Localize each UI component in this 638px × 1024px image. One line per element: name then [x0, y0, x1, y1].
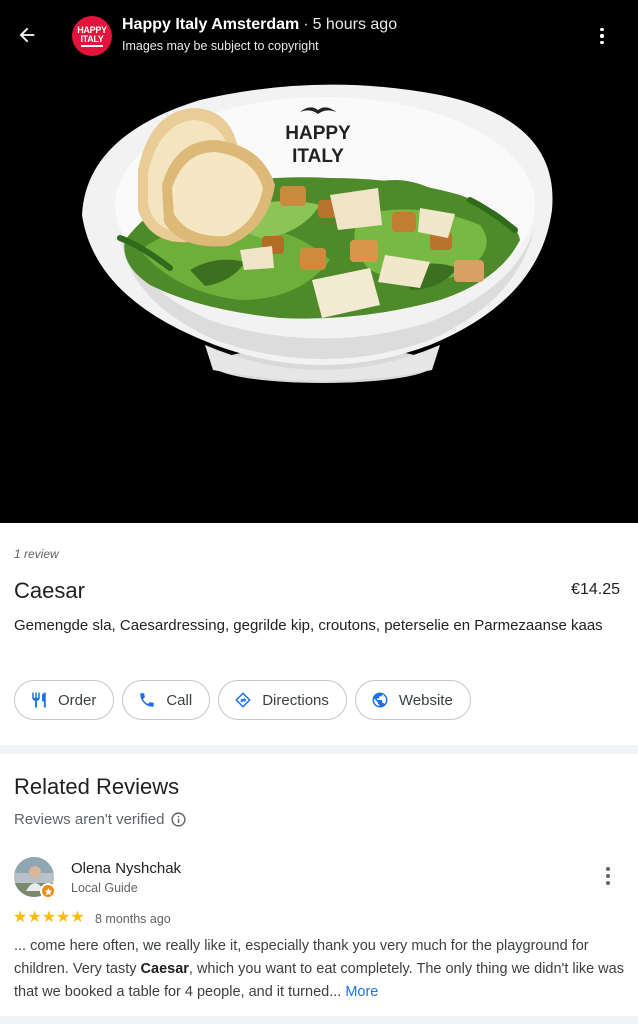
- review-text: ... come here often, we really like it, …: [14, 935, 624, 1004]
- review-more-link[interactable]: More: [345, 984, 378, 1000]
- review-count[interactable]: 1 review: [14, 547, 59, 561]
- posted-time: 5 hours ago: [312, 16, 398, 33]
- more-options-button[interactable]: [590, 24, 614, 48]
- action-chips: Order Call Directions Website: [14, 680, 471, 720]
- star-rating: ★★★★★: [13, 909, 85, 925]
- order-button[interactable]: Order: [14, 680, 115, 720]
- reviewer-name[interactable]: Olena Nyshchak: [71, 860, 181, 877]
- bowl-brand-line2: ITALY: [292, 146, 344, 167]
- info-icon[interactable]: [170, 811, 187, 828]
- directions-icon: [235, 692, 251, 708]
- business-name[interactable]: Happy Italy Amsterdam: [122, 16, 299, 33]
- title-separator: ·: [303, 16, 309, 33]
- dish-price: €14.25: [571, 581, 620, 598]
- dish-name: Caesar: [14, 578, 85, 603]
- globe-icon: [372, 692, 388, 708]
- logo-stripe: [81, 44, 103, 47]
- review-more-options-button[interactable]: [596, 865, 620, 887]
- viewer-title: Happy Italy Amsterdam · 5 hours ago: [122, 16, 397, 34]
- reviewer-role: Local Guide: [71, 881, 138, 895]
- related-reviews-title: Related Reviews: [14, 774, 180, 799]
- local-guide-badge-icon: [40, 883, 56, 899]
- dish-description: Gemengde sla, Caesardressing, gegrilde k…: [14, 617, 603, 634]
- directions-label: Directions: [262, 691, 329, 709]
- review-date: 8 months ago: [95, 912, 171, 926]
- copyright-note: Images may be subject to copyright: [122, 39, 319, 53]
- website-button[interactable]: Website: [354, 680, 471, 720]
- verification-text: Reviews aren't verified: [14, 811, 165, 828]
- more-vert-icon: [600, 27, 604, 32]
- verification-note[interactable]: Reviews aren't verified: [14, 811, 187, 828]
- back-button[interactable]: [12, 20, 42, 50]
- rating-stars: ★★★★★: [13, 907, 85, 926]
- call-button[interactable]: Call: [122, 680, 211, 720]
- dish-photo: HAPPY ITALY: [82, 84, 553, 383]
- photo-viewer: HAPPY ITALY HAPPY ITALY Happy Italy Amst…: [0, 0, 638, 523]
- bowl-brand-line1: HAPPY: [285, 123, 351, 144]
- related-reviews-section: Related Reviews Reviews aren't verified …: [0, 754, 638, 1016]
- call-label: Call: [166, 691, 193, 709]
- section-divider: [0, 745, 638, 754]
- order-label: Order: [58, 691, 97, 709]
- viewer-header: HAPPY ITALY Happy Italy Amsterdam · 5 hour…: [0, 0, 638, 70]
- bottom-divider: [0, 1016, 638, 1024]
- restaurant-icon: [32, 692, 46, 708]
- more-vert-icon: [606, 867, 610, 871]
- business-logo[interactable]: HAPPY ITALY: [72, 16, 112, 56]
- directions-button[interactable]: Directions: [218, 680, 347, 720]
- logo-text-line2: ITALY: [80, 33, 104, 44]
- dish-details: 1 review Caesar €14.25 Gemengde sla, Cae…: [0, 523, 638, 745]
- website-label: Website: [398, 691, 453, 709]
- review-highlight: Caesar: [140, 961, 189, 977]
- phone-icon: [140, 693, 155, 707]
- arrow-left-icon: [19, 27, 35, 43]
